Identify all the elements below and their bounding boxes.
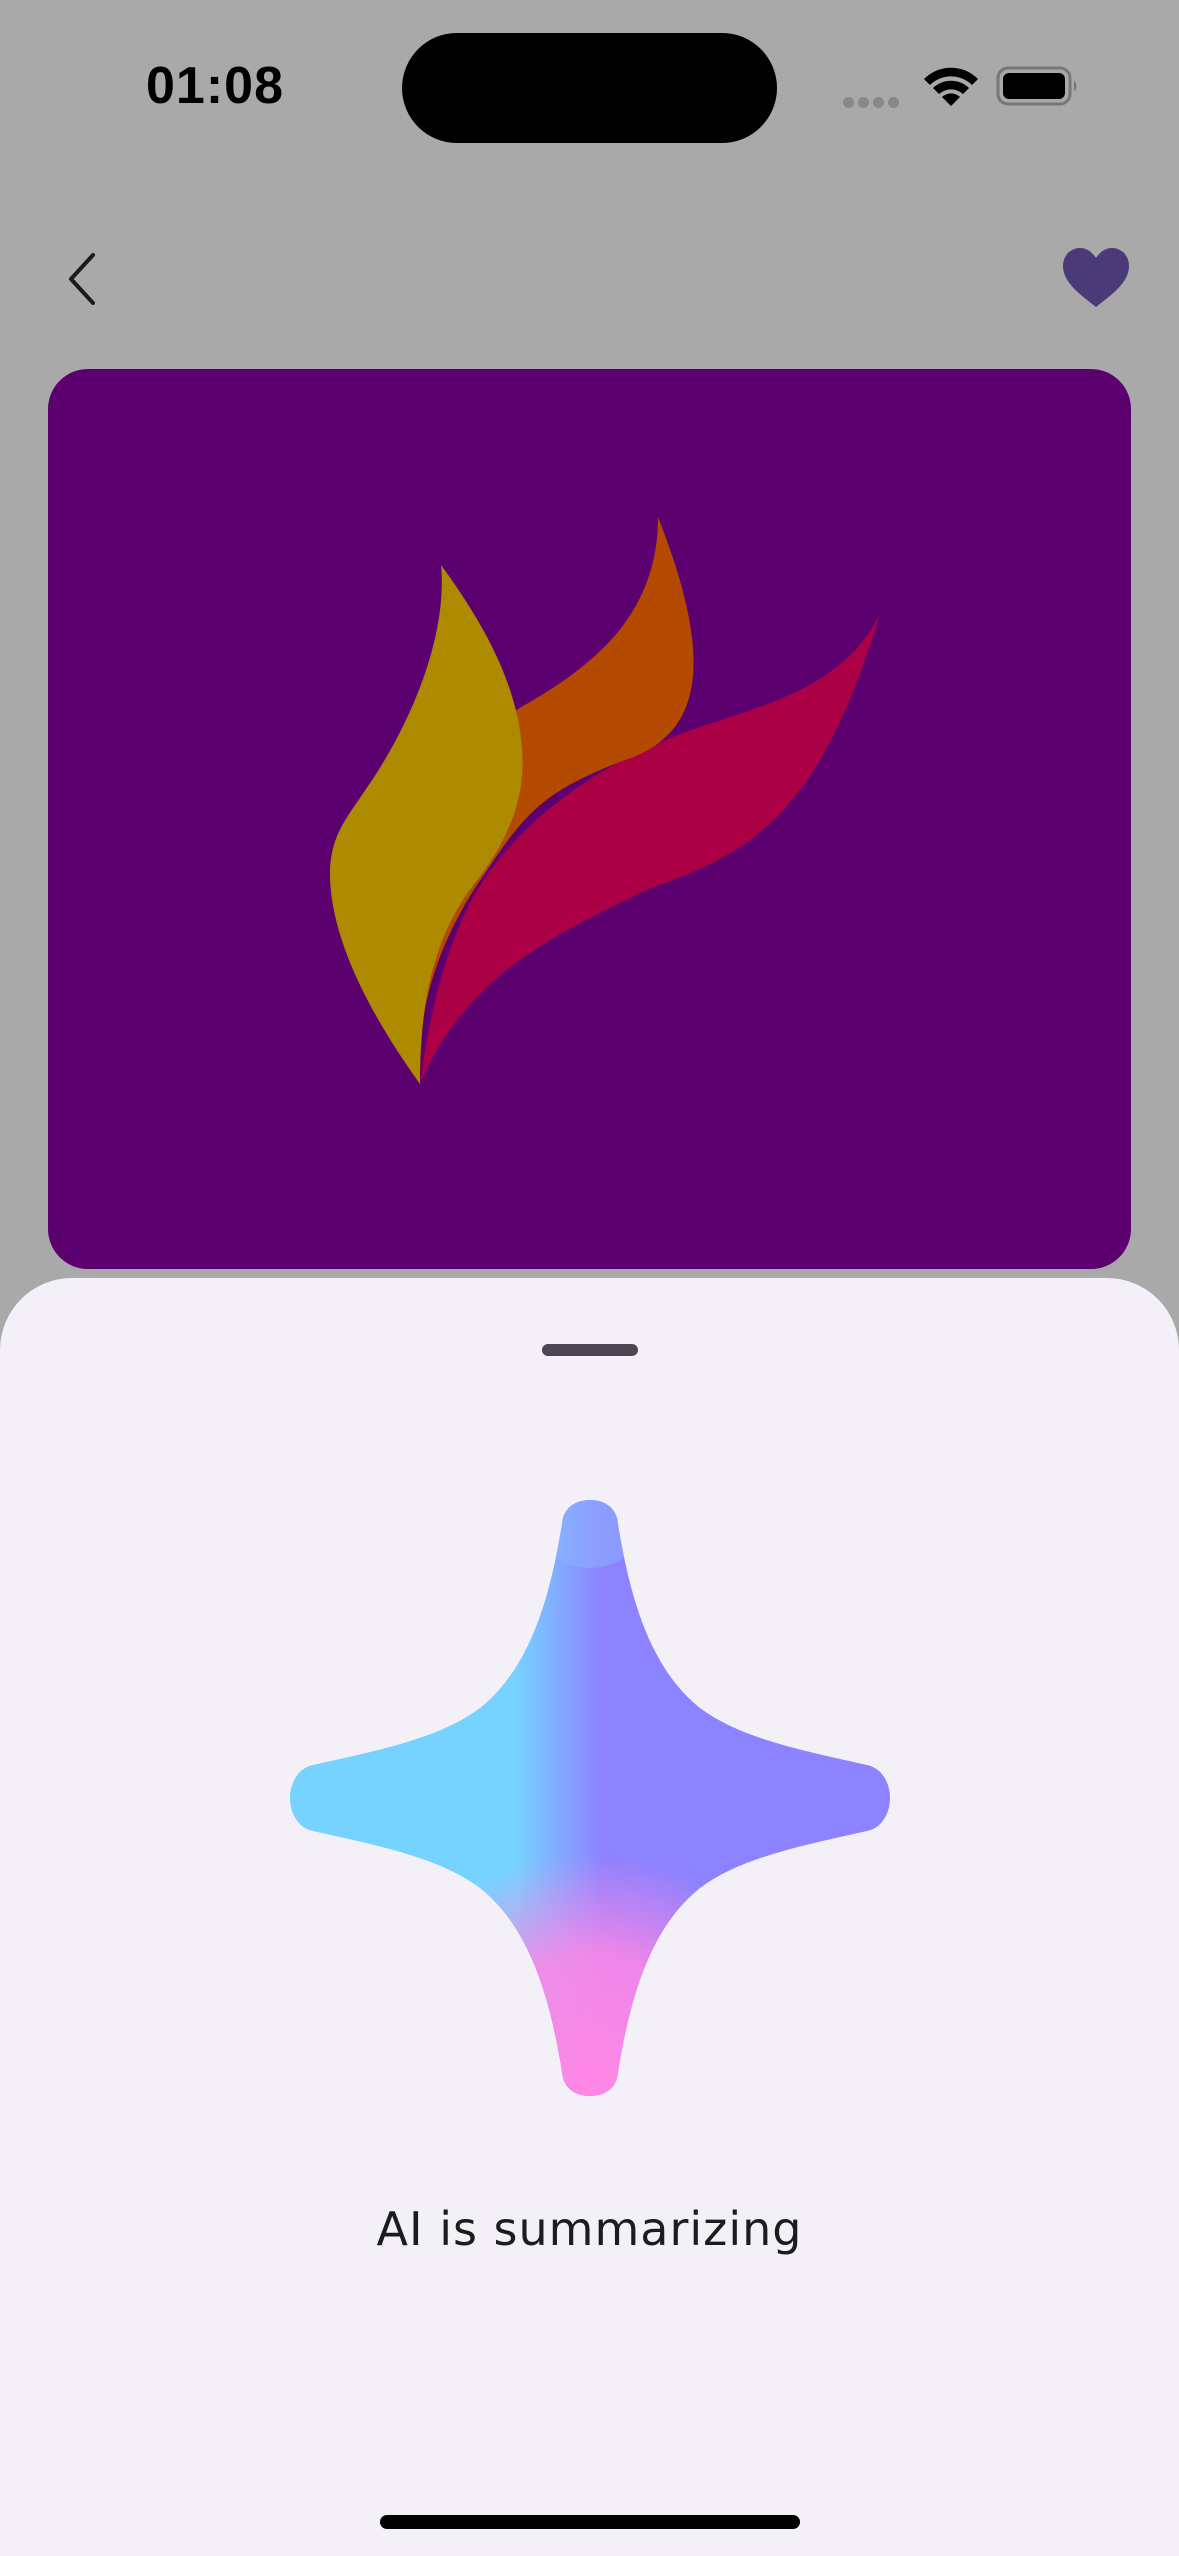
heart-icon [1063, 248, 1129, 307]
dynamic-island [402, 33, 777, 143]
cellular-signal-icon [843, 95, 903, 113]
flame-petals-logo [329, 517, 880, 1084]
wifi-icon [924, 67, 978, 106]
sheet-drag-handle[interactable] [542, 1344, 638, 1356]
status-bar: 01:08 [0, 0, 1179, 180]
hero-image-card [48, 369, 1131, 1269]
ai-summary-sheet: AI is summarizing [0, 1278, 1179, 2556]
ai-sparkle-icon [290, 1500, 890, 2096]
home-indicator[interactable] [380, 2515, 800, 2529]
ai-status-text: AI is summarizing [376, 2202, 803, 2256]
battery-icon [996, 66, 1077, 106]
chevron-left-icon [69, 253, 95, 305]
back-button[interactable] [48, 244, 118, 314]
top-nav-bar [0, 220, 1179, 330]
status-time: 01:08 [146, 57, 284, 115]
favorite-button[interactable] [1056, 240, 1136, 316]
